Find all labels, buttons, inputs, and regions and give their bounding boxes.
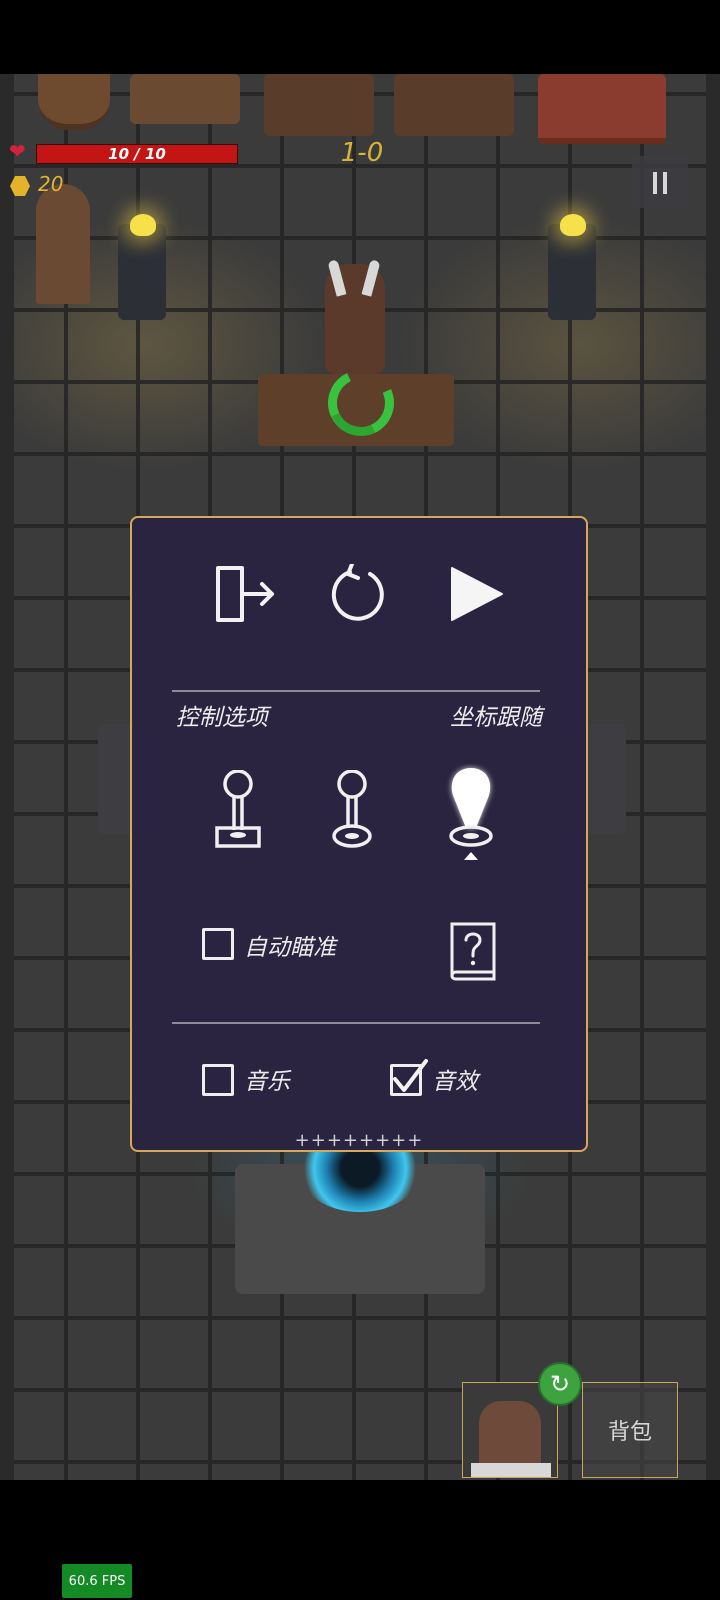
separator-top (172, 690, 540, 692)
treasure-chest (538, 74, 666, 144)
dynamic-joystick-icon[interactable] (328, 770, 376, 850)
coin-count: 20 (38, 172, 64, 196)
brazier-flame-right (560, 214, 586, 236)
fixed-joystick-icon[interactable] (214, 770, 262, 850)
swap-character-button[interactable]: ↻ (538, 1362, 582, 1406)
refresh-icon: ↻ (549, 1370, 571, 1398)
hp-text: 10 / 10 (108, 145, 166, 163)
play-icon[interactable] (448, 564, 506, 624)
panel-footer-decoration: ++++++++ (294, 1130, 424, 1151)
control-mode-label: 坐标跟随 (450, 705, 542, 731)
character-collar (471, 1463, 551, 1477)
sfx-label: 音效 (432, 1069, 478, 1095)
music-checkbox[interactable] (202, 1064, 234, 1096)
brazier-pillar-left (118, 224, 166, 320)
pause-button[interactable] (632, 156, 688, 208)
backpack-label: 背包 (607, 1420, 652, 1445)
barrel (38, 74, 110, 130)
checkmark-icon (393, 1059, 428, 1092)
help-book-icon[interactable] (448, 920, 498, 982)
auto-aim-checkbox[interactable] (202, 928, 234, 960)
music-label: 音乐 (244, 1069, 290, 1095)
bookshelf-right (394, 74, 514, 136)
fps-counter: 60.6 FPS (62, 1564, 132, 1598)
auto-aim-label: 自动瞄准 (244, 935, 336, 961)
separator-bottom (172, 1022, 540, 1024)
dungeon-door (36, 184, 90, 304)
restart-icon[interactable] (328, 564, 388, 624)
right-wall (706, 74, 720, 1480)
brazier-flame-left (130, 214, 156, 236)
exit-icon[interactable] (212, 564, 276, 624)
hp-bar: 10 / 10 (36, 144, 238, 164)
backpack-button[interactable]: 背包 (582, 1382, 678, 1478)
sfx-checkbox[interactable] (390, 1059, 428, 1096)
follow-position-icon[interactable] (444, 764, 498, 864)
wooden-table (130, 74, 240, 124)
statue-right (586, 724, 626, 834)
pause-menu-panel: 控制选项 坐标跟随 自动瞄准 音乐 音效 ++++++++ (130, 516, 588, 1152)
brazier-pillar-right (548, 224, 596, 320)
left-wall (0, 74, 14, 1480)
level-indicator: 1-0 (340, 138, 384, 168)
heart-icon: ❤ (9, 139, 26, 163)
control-options-label: 控制选项 (176, 705, 268, 731)
bookshelf-left (264, 74, 374, 136)
